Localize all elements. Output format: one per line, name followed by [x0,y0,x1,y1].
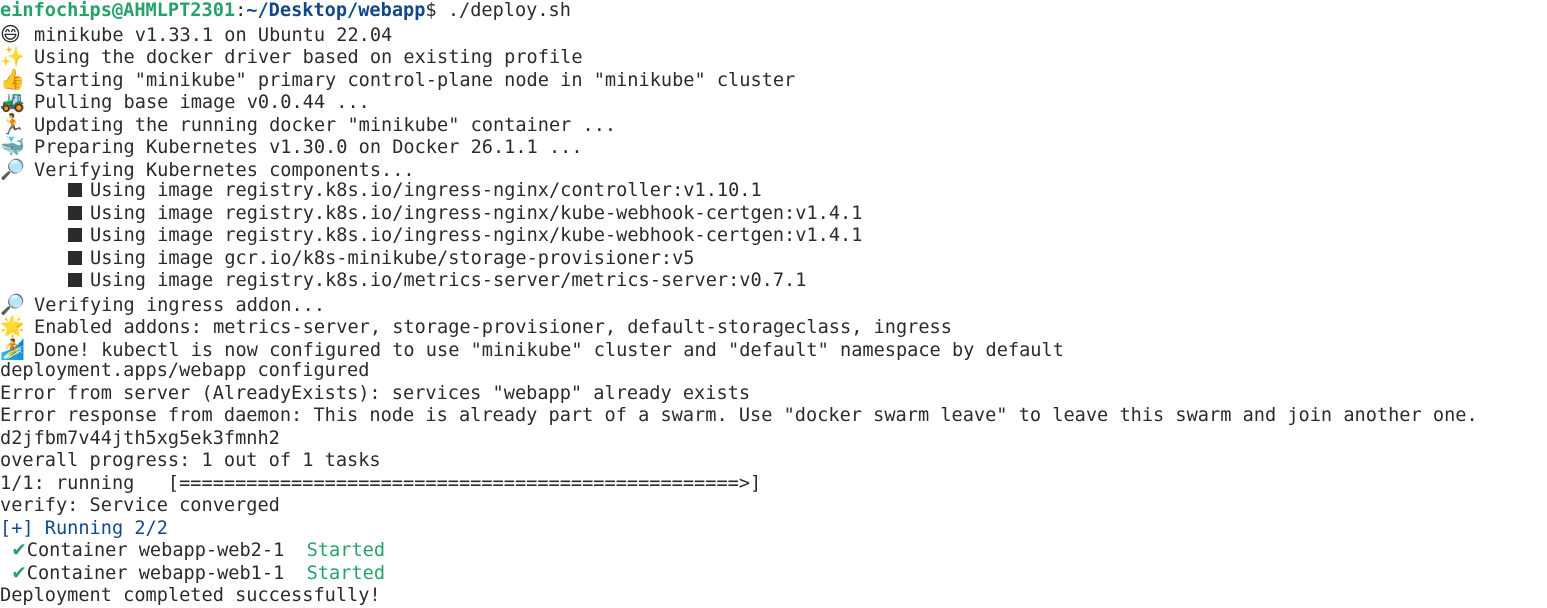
prompt-dollar: $ [425,0,448,21]
image-line: Using image registry.k8s.io/metrics-serv… [0,270,1547,293]
output-text: Done! kubectl is now configured to use "… [34,339,1064,361]
container-name: Container webapp-web2-1 [26,540,285,561]
square-bullet-icon [68,183,82,197]
image-text: Using image registry.k8s.io/metrics-serv… [90,270,807,291]
grinning-face-icon: 😄 [0,21,21,46]
whale-icon: 🐳 [0,134,25,158]
output-line: 🚜 Pulling base image v0.0.44 ... [0,90,1547,113]
verify-line: verify: Service converged [0,495,280,516]
output-line: 🏄 Done! kubectl is now configured to use … [0,336,1547,361]
final-message: Deployment completed successfully! [0,585,381,606]
sparkles-icon: ✨ [0,44,25,68]
output-line: 🐳 Preparing Kubernetes v1.30.0 on Docker … [0,135,1547,158]
checkmark-icon: ✔ [11,562,27,584]
output-text: Verifying ingress addon... [34,294,326,316]
output-line: 🌟 Enabled addons: metrics-server, storage… [0,315,1547,338]
output-text: Verifying Kubernetes components... [34,159,415,181]
image-line: Using image registry.k8s.io/ingress-ngin… [0,203,1547,226]
runner-icon: 🏃 [0,111,25,136]
square-bullet-icon [68,205,82,220]
output-line: deployment.apps/webapp configured [0,360,370,381]
prompt-path: ~/Desktop/webapp [246,0,426,21]
square-bullet-icon [68,228,82,242]
container-status: Started [306,540,386,561]
service-id-line: d2jfbm7v44jth5xg5ek3fmnh2 [0,427,280,449]
container-line: ✔Container webapp-web1-1 Started [0,563,1547,586]
progress-bar-line: 1/1: running [==========================… [0,472,762,494]
output-line: 🏃 Updating the running docker "minikube" … [0,111,1547,136]
output-text: minikube v1.33.1 on Ubuntu 22.04 [34,24,393,46]
prompt-user-host: einfochips@AHMLPT2301 [0,0,236,21]
star-icon: 🌟 [0,314,25,338]
output-line: ✨ Using the docker driver based on existi… [0,45,1547,68]
magnifier-icon: 🔎 [0,156,25,181]
output-text: Preparing Kubernetes v1.30.0 on Docker 2… [34,137,583,158]
output-line: 👍 Starting "minikube" primary control-pla… [0,66,1547,91]
error-line: Error response from daemon: This node is… [0,405,1478,426]
output-line: 🔎 Verifying ingress addon... [0,291,1547,316]
output-line: 🔎 Verifying Kubernetes components... [0,156,1547,181]
prompt-command: ./deploy.sh [447,0,571,21]
image-line: Using image registry.k8s.io/ingress-ngin… [0,180,1547,203]
terminal-window[interactable]: einfochips@AHMLPT2301:~/Desktop/webapp$ … [0,0,1547,607]
magnifier-icon: 🔎 [0,291,25,316]
output-text: Starting "minikube" primary control-plan… [34,69,796,91]
output-text: Using the docker driver based on existin… [34,47,583,68]
thumbs-up-icon: 👍 [0,66,25,91]
container-line: ✔Container webapp-web2-1 Started [0,540,1547,563]
output-text: Enabled addons: metrics-server, storage-… [34,317,952,338]
checkmark-icon: ✔ [11,540,27,561]
tractor-icon: 🚜 [0,89,25,113]
prompt-separator: : [235,0,247,21]
output-text: Updating the running docker "minikube" c… [34,114,617,136]
image-text: Using image gcr.io/k8s-minikube/storage-… [90,247,695,269]
prompt-line: einfochips@AHMLPT2301:~/Desktop/webapp$ … [0,0,1547,23]
progress-line: overall progress: 1 out of 1 tasks [0,450,381,471]
surfer-icon: 🏄 [0,336,25,361]
image-text: Using image registry.k8s.io/ingress-ngin… [90,180,762,201]
container-status: Started [306,562,386,584]
image-text: Using image registry.k8s.io/ingress-ngin… [90,225,863,246]
compose-running-line: [+] Running 2/2 [0,517,168,539]
container-name: Container webapp-web1-1 [26,562,285,584]
image-text: Using image registry.k8s.io/ingress-ngin… [90,202,863,224]
square-bullet-icon [68,250,82,265]
error-line: Error from server (AlreadyExists): servi… [0,382,751,404]
image-line: Using image registry.k8s.io/ingress-ngin… [0,225,1547,248]
output-text: Pulling base image v0.0.44 ... [34,92,370,113]
output-line: 😄 minikube v1.33.1 on Ubuntu 22.04 [0,21,1547,46]
square-bullet-icon [68,273,82,287]
image-line: Using image gcr.io/k8s-minikube/storage-… [0,248,1547,271]
